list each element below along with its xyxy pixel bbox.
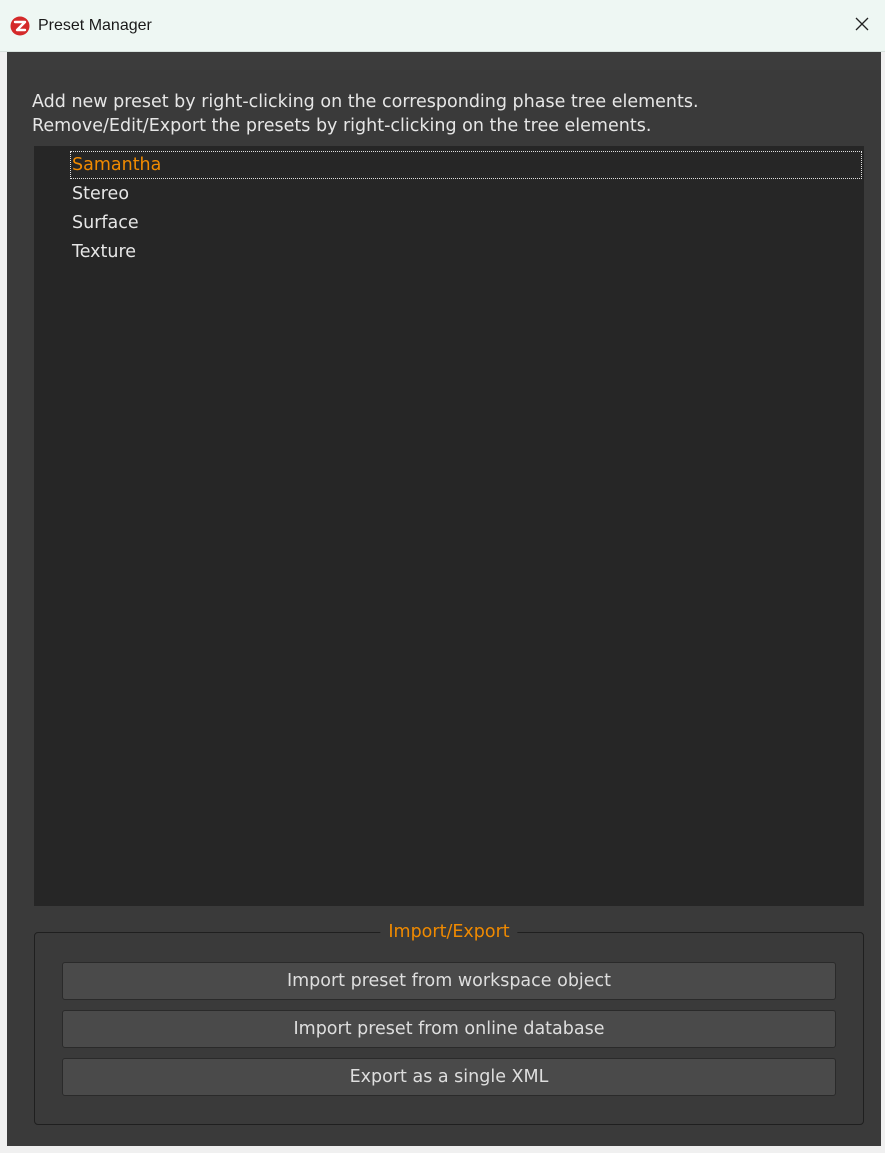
tree-item-texture[interactable]: Texture	[70, 238, 140, 266]
instructions-line-1: Add new preset by right-clicking on the …	[32, 92, 699, 112]
content-panel: Add new preset by right-clicking on the …	[7, 70, 881, 1140]
import-export-group: Import/Export Import preset from workspa…	[34, 919, 864, 1125]
app-logo-icon	[10, 16, 30, 36]
import-online-button[interactable]: Import preset from online database	[62, 1010, 836, 1048]
window-title: Preset Manager	[38, 17, 152, 34]
instructions-line-2: Remove/Edit/Export the presets by right-…	[32, 116, 652, 136]
tree-item-surface[interactable]: Surface	[70, 209, 143, 237]
instructions-text: Add new preset by right-clicking on the …	[32, 90, 877, 138]
import-workspace-button[interactable]: Import preset from workspace object	[62, 962, 836, 1000]
tree-item-samantha[interactable]: Samantha	[70, 151, 862, 179]
window-client-area: Add new preset by right-clicking on the …	[7, 52, 881, 1146]
preset-tree[interactable]: Samantha Stereo Surface Texture	[34, 146, 864, 906]
close-icon	[854, 16, 870, 37]
export-xml-button[interactable]: Export as a single XML	[62, 1058, 836, 1096]
import-export-title: Import/Export	[380, 919, 518, 945]
tree-item-stereo[interactable]: Stereo	[70, 180, 133, 208]
title-bar[interactable]: Preset Manager	[0, 0, 885, 52]
preset-manager-window: Preset Manager Add new preset by right-c…	[0, 0, 885, 1153]
close-button[interactable]	[839, 0, 885, 52]
